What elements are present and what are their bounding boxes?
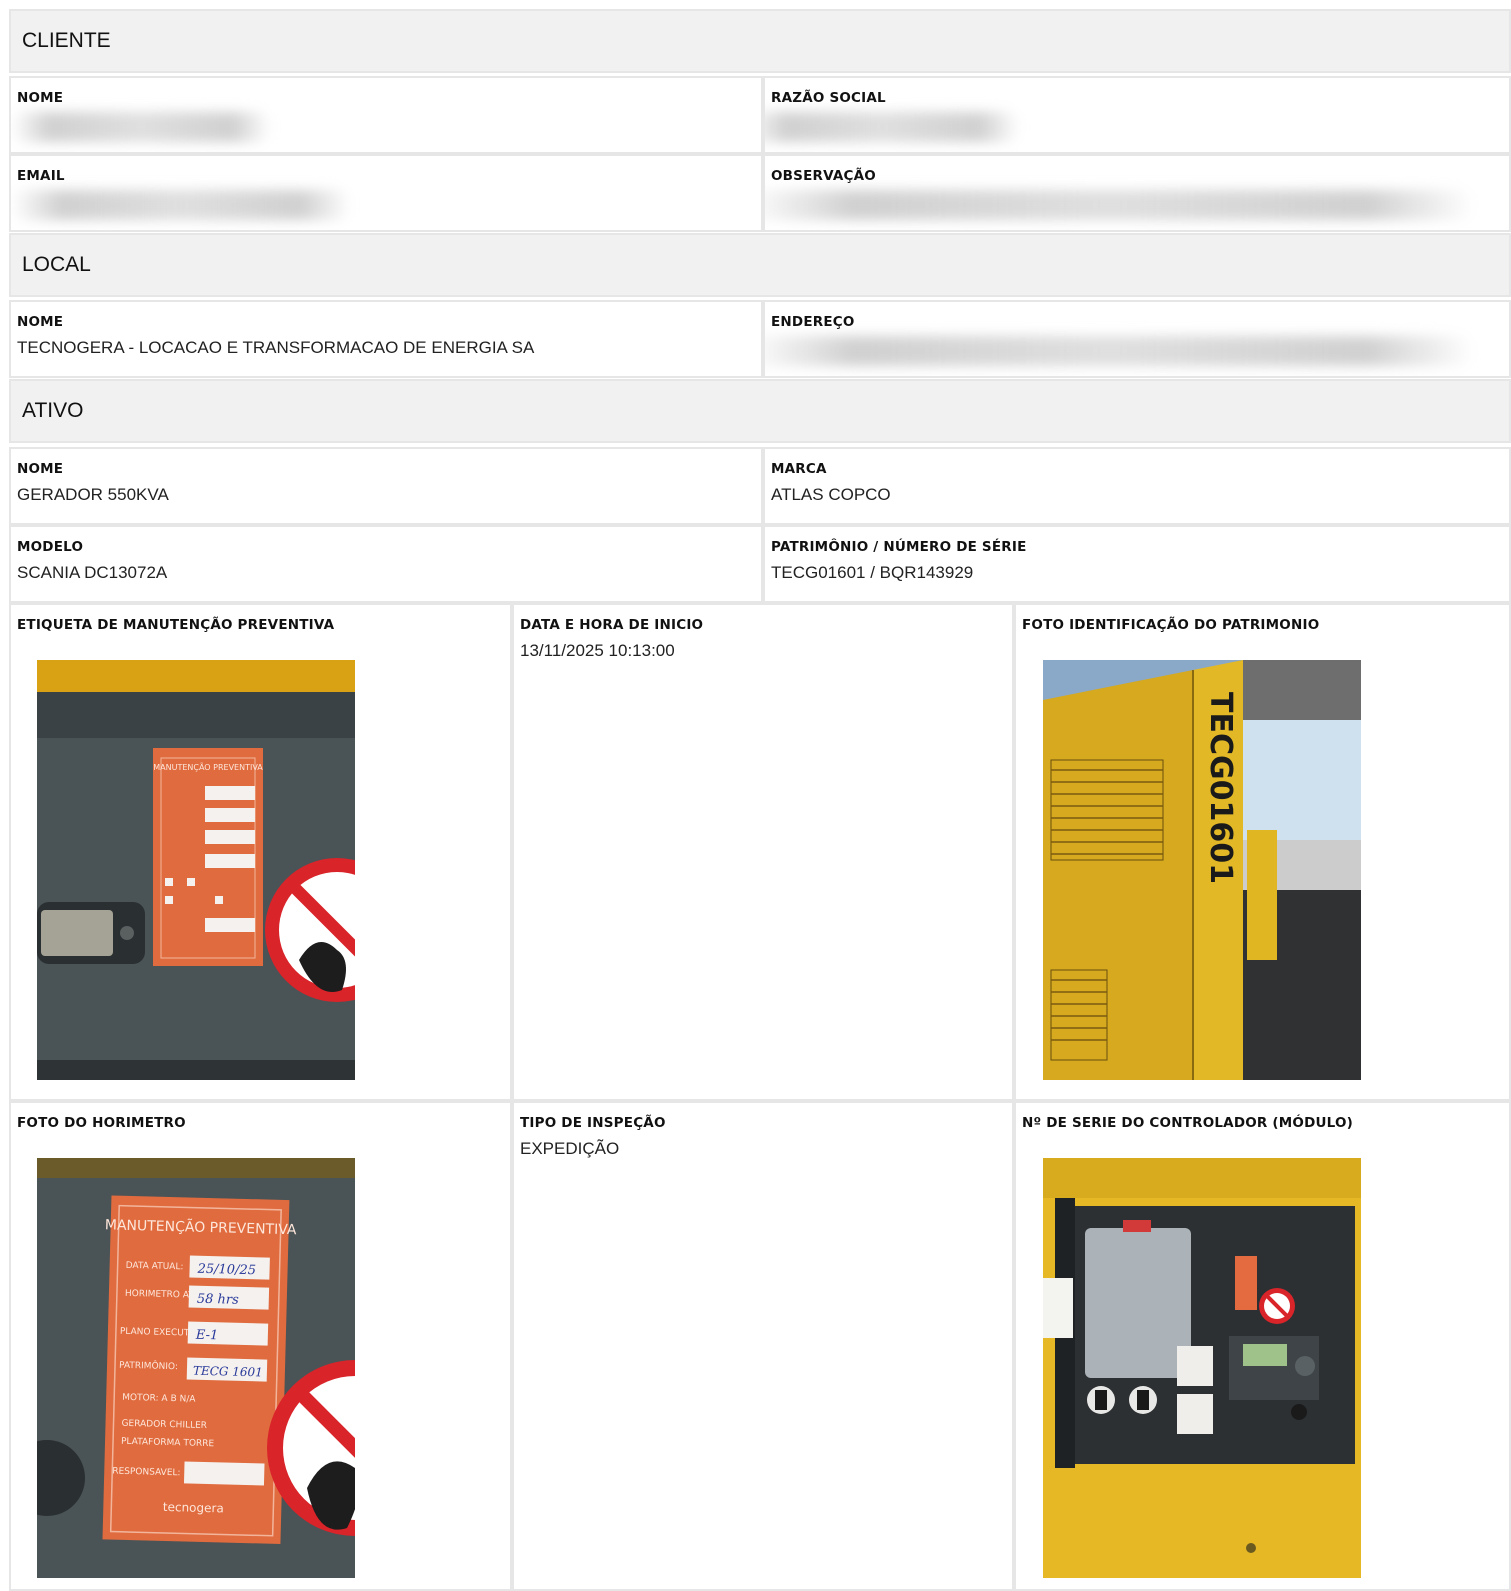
serie-controlador-photo: [1043, 1158, 1361, 1578]
horimetro-cell: FOTO DO HORIMETRO MANUTENÇÃO PREVENTIVA …: [9, 1101, 512, 1591]
etiqueta-cell: ETIQUETA DE MANUTENÇÃO PREVENTIVA MANUTE…: [9, 603, 512, 1101]
sticker-plano: E-1: [195, 1328, 219, 1344]
cliente-obs-cell: OBSERVAÇÃO: [763, 154, 1511, 232]
redacted-value: [765, 112, 1020, 142]
etiqueta-photo-image: MANUTENÇÃO PREVENTIVA: [37, 660, 355, 1080]
ativo-section-header: ATIVO: [9, 379, 1511, 443]
horimetro-label: FOTO DO HORIMETRO: [17, 1115, 186, 1131]
local-nome-label: NOME: [17, 314, 64, 330]
ativo-nome-value: GERADOR 550KVA: [17, 485, 169, 504]
local-nome-cell: NOME TECNOGERA - LOCACAO E TRANSFORMACAO…: [9, 300, 763, 378]
redacted-value: [765, 336, 1475, 366]
horimetro-photo-image: MANUTENÇÃO PREVENTIVA DATA ATUAL: 25/10/…: [37, 1158, 355, 1578]
ativo-marca-label: MARCA: [771, 461, 827, 477]
sticker-motor: MOTOR: A B N/A: [122, 1393, 196, 1405]
ativo-nome-label: NOME: [17, 461, 64, 477]
sticker-date: 25/10/25: [196, 1262, 256, 1279]
etiqueta-photo: MANUTENÇÃO PREVENTIVA: [37, 660, 355, 1080]
ativo-modelo-label: MODELO: [17, 539, 84, 555]
redacted-value: [11, 112, 271, 142]
ativo-modelo-value: SCANIA DC13072A: [17, 563, 168, 582]
sticker-hor: 58 hrs: [197, 1292, 240, 1308]
local-endereco-label: ENDEREÇO: [771, 314, 855, 330]
data-inicio-label: DATA E HORA DE INICIO: [520, 617, 704, 633]
ativo-nome-cell: NOME GERADOR 550KVA: [9, 447, 763, 525]
foto-id-photo: TECG01601: [1043, 660, 1361, 1080]
tipo-inspecao-label: TIPO DE INSPEÇÃO: [520, 1115, 666, 1131]
ativo-patrimonio-label: PATRIMÔNIO / NÚMERO DE SÉRIE: [771, 539, 1027, 555]
cliente-nome-label: NOME: [17, 90, 64, 106]
data-inicio-value: 13/11/2025 10:13:00: [520, 641, 675, 660]
cliente-obs-label: OBSERVAÇÃO: [771, 168, 876, 184]
etiqueta-label: ETIQUETA DE MANUTENÇÃO PREVENTIVA: [17, 617, 335, 633]
redacted-value: [11, 190, 351, 220]
foto-id-label: FOTO IDENTIFICAÇÃO DO PATRIMONIO: [1022, 617, 1320, 633]
tipo-inspecao-value: EXPEDIÇÃO: [520, 1139, 620, 1158]
cliente-section-header: CLIENTE: [9, 9, 1511, 73]
data-inicio-cell: DATA E HORA DE INICIO 13/11/2025 10:13:0…: [512, 603, 1014, 1101]
cliente-email-label: EMAIL: [17, 168, 65, 184]
ativo-marca-value: ATLAS COPCO: [771, 485, 891, 504]
asset-code-text: TECG01601: [1203, 692, 1238, 884]
serie-controlador-photo-image: [1043, 1158, 1361, 1578]
local-section-header: LOCAL: [9, 233, 1511, 297]
serie-controlador-cell: Nº DE SERIE DO CONTROLADOR (MÓDULO): [1014, 1101, 1511, 1591]
sticker-resp-label: RESPONSAVEL:: [112, 1467, 180, 1479]
sticker-brand: tecnogera: [163, 1500, 224, 1516]
local-endereco-cell: ENDEREÇO: [763, 300, 1511, 378]
cliente-razao-label: RAZÃO SOCIAL: [771, 90, 886, 106]
sticker-title: MANUTENÇÃO PREVENTIVA: [153, 762, 263, 772]
tipo-inspecao-cell: TIPO DE INSPEÇÃO EXPEDIÇÃO: [512, 1101, 1014, 1591]
sticker-date-label: DATA ATUAL:: [126, 1261, 184, 1273]
ativo-patrimonio-cell: PATRIMÔNIO / NÚMERO DE SÉRIE TECG01601 /…: [763, 525, 1511, 603]
redacted-value: [765, 190, 1475, 220]
sticker-pat: TECG 1601: [193, 1364, 263, 1380]
cliente-email-cell: EMAIL: [9, 154, 763, 232]
local-nome-value: TECNOGERA - LOCACAO E TRANSFORMACAO DE E…: [17, 338, 535, 357]
serie-controlador-label: Nº DE SERIE DO CONTROLADOR (MÓDULO): [1022, 1115, 1354, 1131]
horimetro-photo: MANUTENÇÃO PREVENTIVA DATA ATUAL: 25/10/…: [37, 1158, 355, 1578]
foto-id-cell: FOTO IDENTIFICAÇÃO DO PATRIMONIO TECG016…: [1014, 603, 1511, 1101]
ativo-patrimonio-value: TECG01601 / BQR143929: [771, 563, 974, 582]
cliente-razao-cell: RAZÃO SOCIAL: [763, 76, 1511, 154]
ativo-marca-cell: MARCA ATLAS COPCO: [763, 447, 1511, 525]
foto-id-photo-image: TECG01601: [1043, 660, 1361, 1080]
cliente-nome-cell: NOME: [9, 76, 763, 154]
ativo-modelo-cell: MODELO SCANIA DC13072A: [9, 525, 763, 603]
